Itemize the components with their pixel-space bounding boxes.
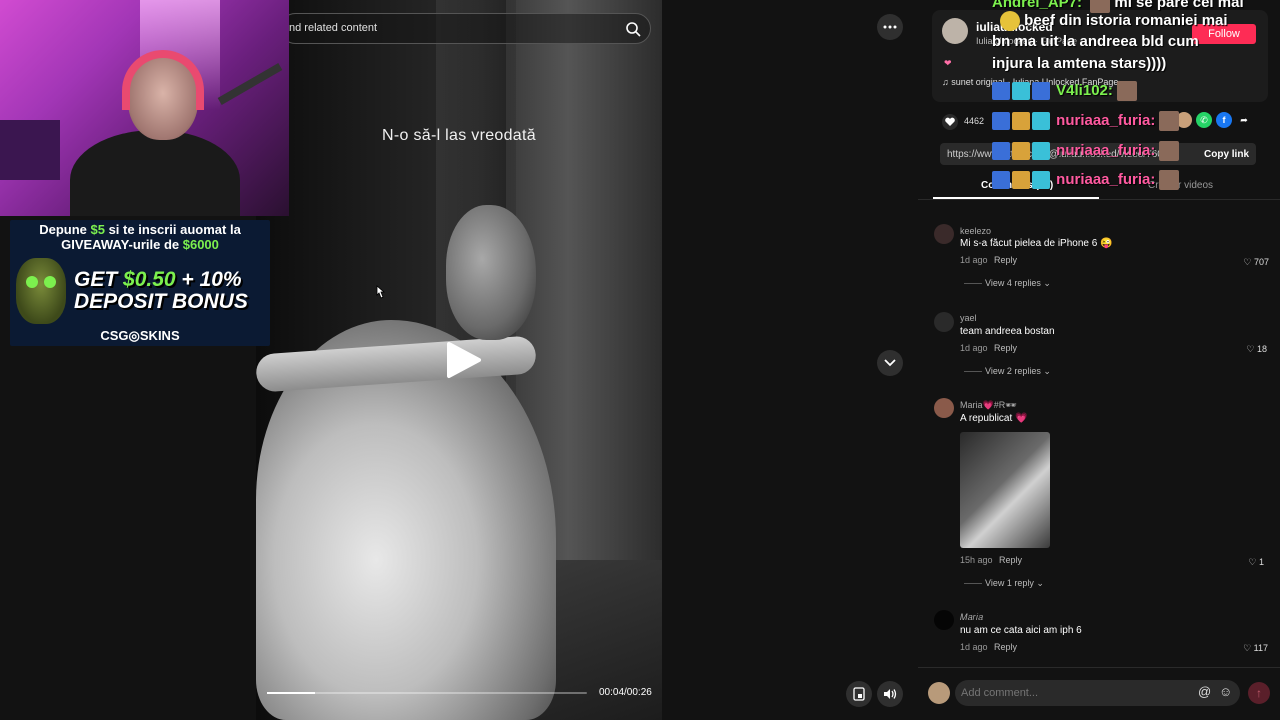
ad-logo: CSG◎SKINS (100, 328, 180, 343)
view-replies-button[interactable]: View 2 replies ⌄ (985, 366, 1051, 377)
comment-avatar[interactable] (934, 398, 954, 418)
search-bar[interactable]: nd related content (280, 13, 651, 44)
chat-emote (1159, 141, 1180, 161)
chat-badge (992, 171, 1010, 189)
comment-reply-button[interactable]: Reply (994, 343, 1017, 353)
volume-icon (884, 689, 897, 699)
next-video-button[interactable] (877, 350, 903, 376)
volume-button[interactable] (877, 681, 903, 707)
comment-like-count[interactable]: ♡ 117 (1228, 643, 1268, 654)
chat-badge (1032, 82, 1050, 100)
copy-link-button[interactable]: Copy link (1204, 149, 1249, 160)
comment-like-count[interactable]: ♡ 18 (1227, 344, 1267, 355)
search-icon[interactable] (624, 20, 642, 38)
ad-mascot-icon (16, 258, 66, 324)
comment-username[interactable]: 𝑀𝑎𝑟𝑖𝑎 (960, 612, 983, 623)
facebook-icon[interactable]: f (1216, 112, 1232, 128)
chat-badge (992, 142, 1010, 160)
view-replies-line (964, 583, 982, 584)
comment-image[interactable] (960, 432, 1050, 548)
picture-in-picture-button[interactable] (846, 681, 872, 707)
chat-message: injura la amtena stars)))) (992, 55, 1167, 72)
chat-emote (1159, 111, 1180, 131)
chat-message: beef din istoria romaniei mai (996, 11, 1228, 31)
chat-badge (1032, 171, 1050, 189)
chat-emote (1116, 81, 1137, 101)
mouse-cursor-icon (376, 285, 385, 299)
chat-badge (1012, 171, 1030, 189)
chat-badge (1012, 142, 1030, 160)
mention-icon[interactable]: @ (1198, 684, 1211, 699)
chevron-down-icon (884, 359, 896, 367)
comment-reply-button[interactable]: Reply (999, 555, 1022, 565)
view-replies-line (964, 283, 982, 284)
chat-badge (1012, 112, 1030, 130)
chat-message: nuriaaa_furia: (992, 170, 1180, 190)
chat-emote (1000, 11, 1020, 31)
comment-text: Mi s-a făcut pielea de iPhone 6 😜 (960, 238, 1113, 249)
comment-reply-button[interactable]: Reply (994, 642, 1017, 652)
comment-username[interactable]: yael (960, 313, 977, 323)
comment-time: 1d ago (960, 343, 988, 353)
comment-text: A republicat 💗 (960, 413, 1028, 424)
comment-like-count[interactable]: ♡ 707 (1229, 257, 1269, 268)
comment-username[interactable]: Maria💗#R🕶 (960, 400, 1017, 411)
chat-message: nuriaaa_furia: (992, 141, 1180, 161)
comment-text: nu am ce cata aici am iph 6 (960, 625, 1082, 636)
emoji-icon[interactable]: ☺ (1219, 684, 1232, 699)
tab-divider (918, 199, 1280, 200)
chat-message: nuriaaa_furia: (992, 111, 1180, 131)
heart-icon: ❤ (944, 58, 952, 68)
more-options-button[interactable] (877, 14, 903, 40)
pip-icon (853, 687, 865, 701)
ellipsis-icon (883, 25, 897, 29)
ad-line-2: GIVEAWAY-urile de $6000 (61, 237, 219, 252)
ad-line-1: Depune $5 si te inscrii auomat la (39, 222, 241, 237)
streamer-body (70, 130, 240, 216)
comment-text: team andreea bostan (960, 326, 1055, 337)
like-count: 4462 (964, 116, 985, 126)
comment-time: 15h ago (960, 555, 993, 565)
like-heart-icon[interactable] (942, 114, 958, 130)
share-buttons: ✆ f ➦ (1176, 112, 1252, 128)
comment-reply-button[interactable]: Reply (994, 255, 1017, 265)
chat-message: bn ma uit la andreea bld cum (992, 33, 1199, 50)
view-replies-button[interactable]: View 1 reply ⌄ (985, 578, 1044, 589)
ad-headline-1: GET $0.50 + 10% (74, 268, 242, 291)
chat-badge (992, 82, 1010, 100)
chat-badge (1032, 142, 1050, 160)
sponsor-ad-banner[interactable]: Depune $5 si te inscrii auomat la GIVEAW… (10, 220, 270, 346)
comment-avatar[interactable] (934, 312, 954, 332)
comment-avatar[interactable] (934, 224, 954, 244)
chat-badge (1012, 82, 1030, 100)
view-replies-line (964, 371, 982, 372)
streamer-webcam (0, 0, 289, 216)
current-user-avatar (928, 682, 950, 704)
author-avatar[interactable] (942, 18, 968, 44)
share-arrow-icon[interactable]: ➦ (1236, 112, 1252, 128)
whatsapp-icon[interactable]: ✆ (1196, 112, 1212, 128)
ad-headline-2: DEPOSIT BONUS (74, 290, 248, 313)
comment-time: 1d ago (960, 255, 988, 265)
post-comment-button[interactable]: ↑ (1248, 682, 1270, 704)
search-input-text[interactable]: nd related content (289, 22, 377, 34)
comment-like-count[interactable]: ♡ 1 (1224, 557, 1264, 568)
chat-message: V4li102: (992, 81, 1137, 101)
chat-badge (1032, 112, 1050, 130)
play-icon[interactable] (443, 340, 483, 380)
video-progress-fill (267, 692, 315, 694)
video-caption: N-o să-l las vreodată (382, 127, 536, 144)
video-progress-bar[interactable] (267, 692, 587, 694)
comment-avatar[interactable] (934, 610, 954, 630)
microphone-arm (217, 63, 283, 105)
webcam-shelf (0, 120, 60, 180)
chat-badge (992, 112, 1010, 130)
comment-username[interactable]: keelezo (960, 226, 991, 236)
comment-time: 1d ago (960, 642, 988, 652)
video-time: 00:04/00:26 (599, 687, 652, 698)
video-figure-head (446, 205, 536, 340)
view-replies-button[interactable]: View 4 replies ⌄ (985, 278, 1051, 289)
chat-emote (1159, 170, 1180, 190)
